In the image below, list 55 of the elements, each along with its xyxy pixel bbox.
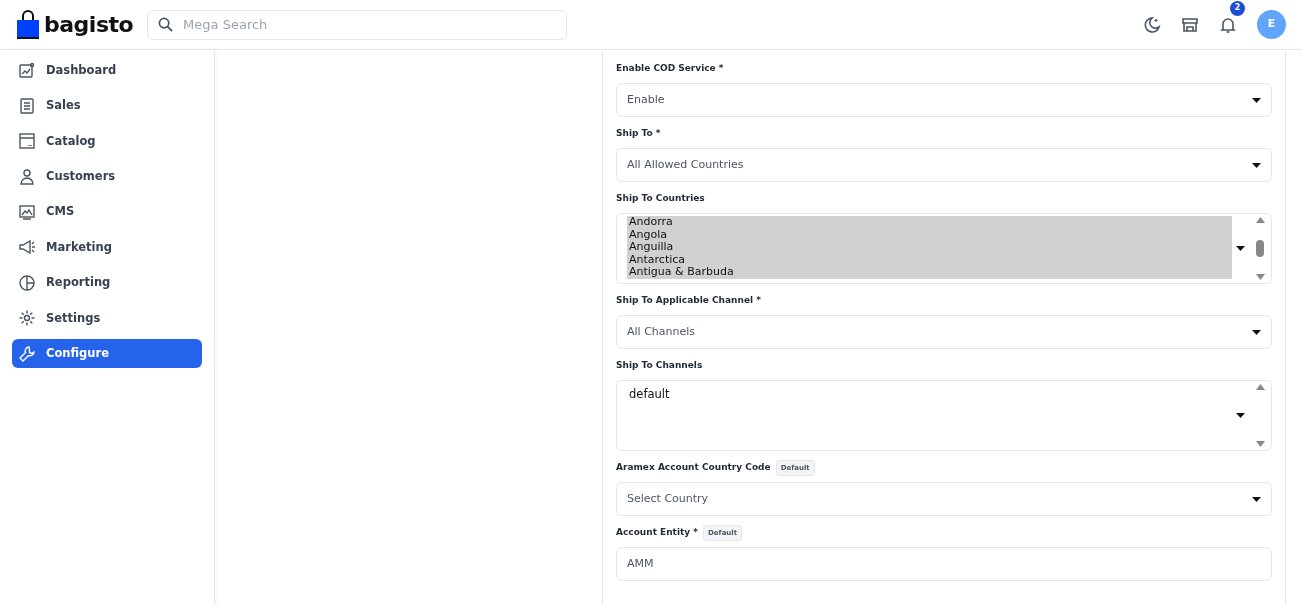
scroll-up-icon[interactable] — [1255, 217, 1265, 223]
scroll-up-icon[interactable] — [1255, 384, 1265, 390]
sidebar-item[interactable]: Settings — [12, 303, 202, 333]
multi-select-field[interactable]: default — [616, 380, 1272, 451]
select-field[interactable]: Select Country — [616, 482, 1272, 516]
search-icon — [158, 17, 174, 32]
list-option[interactable]: Anguilla — [627, 241, 1232, 254]
caret-icon — [1252, 329, 1261, 335]
sidebar-item[interactable]: Dashboard — [12, 56, 202, 85]
caret-icon — [1252, 162, 1261, 168]
caret-icon — [1236, 246, 1245, 251]
field-label: Ship To Channels — [616, 359, 703, 373]
sidebar-item[interactable]: Configure — [12, 339, 202, 369]
field-label: Ship To Countries — [616, 192, 705, 206]
moon-icon[interactable] — [1143, 15, 1161, 34]
document-icon — [18, 96, 36, 115]
notification-count: 2 — [1230, 0, 1245, 16]
caret-icon — [1252, 97, 1261, 103]
field-label: Aramex Account Country Code — [616, 461, 771, 475]
shopping-bag-icon — [16, 9, 40, 40]
sidebar-item[interactable]: Marketing — [12, 232, 202, 262]
scroll-down-icon[interactable] — [1255, 441, 1265, 447]
person-icon — [18, 167, 36, 186]
select-field[interactable]: All Channels — [616, 315, 1272, 349]
scroll-down-icon[interactable] — [1255, 274, 1265, 280]
caret-icon — [1236, 413, 1245, 418]
window-icon — [18, 132, 36, 151]
field-label: Enable COD Service * — [616, 62, 724, 76]
list-option[interactable]: default — [627, 388, 1232, 401]
field-label: Ship To Applicable Channel * — [616, 294, 761, 308]
sidebar-item[interactable]: Customers — [12, 162, 202, 192]
search-bar[interactable]: Mega Search — [147, 9, 568, 40]
input-field[interactable]: AMM — [616, 547, 1272, 581]
chart-icon — [18, 61, 36, 80]
caret-icon — [1252, 496, 1261, 502]
pie-icon — [18, 273, 36, 292]
select-field[interactable]: All Allowed Countries — [616, 148, 1272, 182]
list-option[interactable]: Antigua & Barbuda — [627, 266, 1232, 279]
settings-icon — [18, 309, 36, 328]
picture-icon — [18, 203, 36, 222]
sidebar-item[interactable]: Sales — [12, 91, 202, 121]
sidebar-item[interactable]: Reporting — [12, 268, 202, 298]
field-label: Ship To * — [616, 127, 661, 141]
select-field[interactable]: Enable — [616, 83, 1272, 117]
wrench-icon — [18, 344, 36, 363]
store-icon[interactable] — [1181, 15, 1199, 34]
multi-select-field[interactable]: Andorra Angola Anguilla Antarctica Antigua & Barbuda — [616, 213, 1272, 284]
logo-text: bagisto — [44, 11, 134, 39]
list-option[interactable]: Andorra — [627, 216, 1232, 229]
scrollbar-thumb[interactable] — [1256, 240, 1264, 257]
sidebar-item[interactable]: Catalog — [12, 126, 202, 156]
bell-icon[interactable] — [1219, 16, 1237, 34]
sidebar-item[interactable]: CMS — [12, 197, 202, 227]
field-label: Account Entity * — [616, 526, 699, 540]
megaphone-icon — [18, 238, 36, 257]
